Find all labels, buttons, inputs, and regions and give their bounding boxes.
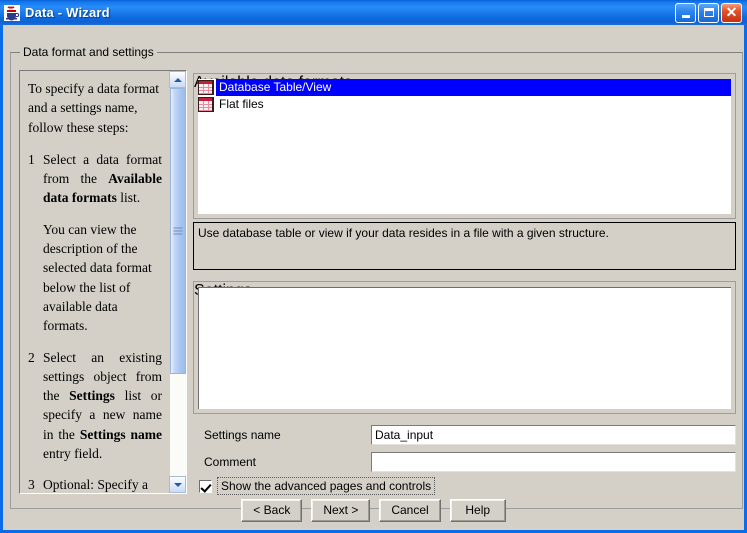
- instructions-intro: To specify a data format and a settings …: [28, 81, 159, 135]
- scrollbar-track[interactable]: [170, 88, 186, 476]
- list-item-flat-files[interactable]: Flat files: [198, 96, 731, 113]
- advanced-pages-checkbox[interactable]: [199, 479, 212, 493]
- scrollbar-thumb[interactable]: [170, 88, 186, 374]
- step-3-number: 3: [28, 477, 35, 493]
- advanced-pages-checkbox-label[interactable]: Show the advanced pages and controls: [217, 477, 436, 495]
- help-button[interactable]: Help: [449, 499, 506, 522]
- scroll-down-button[interactable]: [169, 476, 186, 493]
- step-2-body: Select an existing settings object from …: [43, 348, 162, 464]
- scroll-up-button[interactable]: [169, 71, 186, 88]
- format-description-text: Use database table or view if your data …: [198, 226, 609, 240]
- settings-name-row: Settings name: [193, 423, 736, 446]
- format-description-box: Use database table or view if your data …: [193, 222, 736, 270]
- instructions-panel: To specify a data format and a settings …: [19, 70, 187, 494]
- comment-input[interactable]: [371, 451, 736, 472]
- settings-name-input[interactable]: [371, 424, 736, 445]
- close-button[interactable]: ✕: [721, 2, 742, 23]
- minimize-icon: [681, 14, 690, 18]
- maximize-icon: [703, 8, 714, 17]
- java-coffee-cup-icon: [4, 4, 20, 21]
- instructions-text: To specify a data format and a settings …: [20, 71, 169, 493]
- available-data-formats-group: Available data formats Database Table/Vi…: [193, 73, 736, 219]
- scrollbar-grip-icon: [173, 227, 183, 235]
- right-column: Available data formats Database Table/Vi…: [193, 58, 736, 495]
- fields-area: Settings name Comment: [193, 423, 736, 473]
- instructions-scrollbar[interactable]: [169, 71, 186, 493]
- close-icon: ✕: [725, 4, 738, 20]
- title-bar: Data - Wizard ✕: [0, 0, 747, 25]
- step-1-text-after: list.: [116, 190, 141, 206]
- window-title: Data - Wizard: [25, 5, 110, 20]
- step-2-number: 2: [28, 349, 35, 365]
- data-formats-list[interactable]: Database Table/View Flat files: [198, 79, 731, 214]
- list-item-label: Database Table/View: [216, 79, 731, 96]
- chevron-down-icon: [173, 482, 182, 487]
- step-2-bold: Settings: [69, 388, 115, 404]
- step-2-text-after: entry field.: [43, 446, 103, 462]
- instruction-step-1: 1 Select a data format from the Availabl…: [28, 150, 162, 208]
- comment-label: Comment: [204, 454, 257, 469]
- step-1-number: 1: [28, 151, 35, 167]
- instruction-step-3: 3 Optional: Specify a: [28, 475, 162, 493]
- instruction-step-2: 2 Select an existing settings object fro…: [28, 348, 162, 464]
- group-label-data-format: Data format and settings: [20, 45, 157, 59]
- table-grid-icon: [198, 97, 214, 112]
- data-format-and-settings-group: Data format and settings To specify a da…: [10, 45, 743, 509]
- list-item-database-table-view[interactable]: Database Table/View: [198, 79, 731, 96]
- instructions-note: You can view the description of the sele…: [43, 221, 152, 334]
- list-item-label: Flat files: [219, 97, 264, 111]
- window-controls: ✕: [675, 2, 745, 23]
- maximize-button[interactable]: [698, 2, 719, 23]
- wizard-window: Data - Wizard ✕ Data format and settings…: [0, 0, 747, 533]
- settings-group: Settings: [193, 281, 736, 414]
- dialog-client-area: Data format and settings To specify a da…: [3, 25, 744, 530]
- minimize-button[interactable]: [675, 2, 696, 23]
- settings-name-label: Settings name: [204, 427, 281, 442]
- table-grid-icon: [198, 80, 214, 95]
- step-3-body: Optional: Specify a: [43, 477, 148, 493]
- cancel-button[interactable]: Cancel: [379, 499, 441, 522]
- settings-list[interactable]: [198, 287, 731, 409]
- chevron-up-icon: [173, 77, 182, 82]
- wizard-button-bar: < Back Next > Cancel Help: [3, 499, 744, 522]
- next-button[interactable]: Next >: [311, 499, 371, 522]
- step-2-bold-2: Settings name: [79, 426, 162, 442]
- comment-row: Comment: [193, 450, 736, 473]
- advanced-pages-checkbox-row[interactable]: Show the advanced pages and controls: [193, 477, 736, 495]
- step-1-body: Select a data format from the Available …: [43, 150, 162, 208]
- back-button[interactable]: < Back: [241, 499, 303, 522]
